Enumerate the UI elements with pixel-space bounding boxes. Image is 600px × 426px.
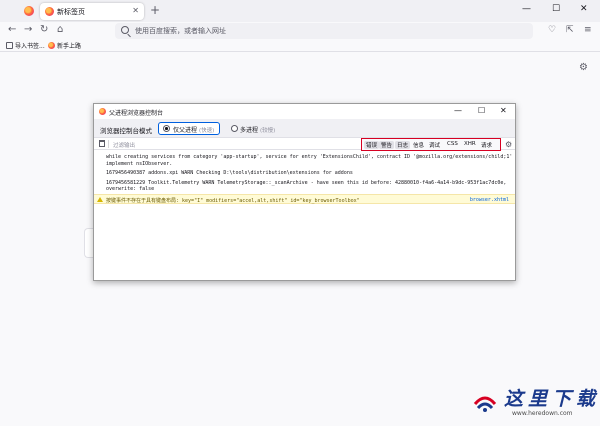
minimize-button[interactable]: — xyxy=(522,4,531,14)
new-tab-button[interactable]: + xyxy=(150,3,160,17)
trash-icon[interactable] xyxy=(99,140,105,147)
log-level-filters: 错误 警告 日志 信息 调试 CSS XHR 请求 xyxy=(361,138,501,151)
warning-source-link[interactable]: browser.xhtml xyxy=(470,197,509,203)
mode-sub-parent: (快速) xyxy=(199,127,215,134)
warning-text: 按键事件不存在于具有键盘布局: key="I" modifiers="accel… xyxy=(106,198,360,204)
log-line: implement nsIObserver. xyxy=(106,161,173,167)
mode-label: 浏览器控制台模式 xyxy=(100,127,152,135)
level-log-button[interactable]: 日志 xyxy=(395,141,411,149)
console-close-button[interactable]: ✕ xyxy=(500,106,507,115)
filter-input[interactable]: 过滤输出 xyxy=(113,141,135,149)
mode-sub-multi: (较慢) xyxy=(260,127,276,134)
level-css-button[interactable]: CSS xyxy=(445,141,460,147)
back-button[interactable]: ← xyxy=(8,24,16,35)
site-watermark: 这里下载 www.heredown.com xyxy=(468,380,598,424)
bookmark-label: 新手上路 xyxy=(57,43,82,50)
tab-title: 新标签页 xyxy=(57,8,85,16)
url-placeholder: 使用百度搜索，或者输入网址 xyxy=(135,27,226,35)
url-bar[interactable]: 使用百度搜索，或者输入网址 xyxy=(115,23,533,39)
pocket-icon[interactable]: ♡ xyxy=(548,25,556,35)
bookmark-import[interactable]: 导入书签... xyxy=(6,41,45,50)
firefox-favicon-icon xyxy=(99,108,106,115)
reload-button[interactable]: ↻ xyxy=(40,24,48,35)
bookmarks-toolbar: 导入书签... 新手上路 xyxy=(0,40,600,52)
close-window-button[interactable]: ✕ xyxy=(580,4,588,14)
watermark-url: www.heredown.com xyxy=(512,410,573,417)
level-warning-button[interactable]: 警告 xyxy=(379,141,395,149)
level-error-button[interactable]: 错误 xyxy=(364,141,380,149)
console-mode-bar: 浏览器控制台模式 仅父进程 (快速) 多进程 (较慢) xyxy=(94,119,515,138)
log-line: 1679456490387 addons.xpi WARN Checking D… xyxy=(106,170,353,176)
log-line: overwrite: false xyxy=(106,186,155,192)
warning-message: 按键事件不存在于具有键盘布局: key="I" modifiers="accel… xyxy=(94,194,515,204)
browser-console-window: 父进程浏览器控制台 — ☐ ✕ 浏览器控制台模式 仅父进程 (快速) 多进程 (… xyxy=(93,103,516,281)
log-line: while creating services from category 'a… xyxy=(106,154,515,160)
tab-close-icon[interactable]: ✕ xyxy=(132,6,139,15)
firefox-view-icon[interactable] xyxy=(24,6,34,16)
warning-icon xyxy=(97,197,103,202)
level-info-button[interactable]: 信息 xyxy=(411,141,426,149)
divider xyxy=(108,140,109,148)
maximize-button[interactable]: ☐ xyxy=(552,4,560,14)
firefox-favicon-icon xyxy=(45,7,54,16)
import-icon xyxy=(6,42,13,49)
level-xhr-button[interactable]: XHR xyxy=(462,141,478,147)
console-maximize-button[interactable]: ☐ xyxy=(478,106,485,115)
mode-label-parent: 仅父进程 xyxy=(173,127,198,134)
navigation-toolbar: ← → ↻ ⌂ 使用百度搜索，或者输入网址 ♡ ⇱ ≡ xyxy=(0,22,600,40)
level-debug-button[interactable]: 调试 xyxy=(427,141,442,149)
watermark-logo-icon xyxy=(473,396,497,412)
bookmark-getting-started[interactable]: 新手上路 xyxy=(48,41,81,50)
level-requests-button[interactable]: 请求 xyxy=(479,141,494,149)
radio-selected-icon xyxy=(163,125,170,132)
search-icon xyxy=(121,26,129,34)
menu-icon[interactable]: ≡ xyxy=(584,25,592,35)
radio-unselected-icon[interactable] xyxy=(231,125,238,132)
console-titlebar: 父进程浏览器控制台 — ☐ ✕ xyxy=(94,104,515,119)
mode-parent-only[interactable]: 仅父进程 (快速) xyxy=(158,122,220,135)
page-settings-icon[interactable]: ⚙ xyxy=(579,62,588,73)
home-button[interactable]: ⌂ xyxy=(57,24,63,35)
console-minimize-button[interactable]: — xyxy=(454,106,462,115)
tab-new-tab[interactable]: 新标签页 ✕ xyxy=(40,3,144,20)
firefox-favicon-icon xyxy=(48,42,55,49)
watermark-text: 这里下载 xyxy=(504,388,600,410)
mode-label-multi[interactable]: 多进程 xyxy=(240,125,258,134)
console-title: 父进程浏览器控制台 xyxy=(109,110,164,117)
tab-strip: 新标签页 ✕ + — ☐ ✕ xyxy=(0,0,600,22)
console-settings-icon[interactable]: ⚙ xyxy=(505,140,512,149)
forward-button[interactable]: → xyxy=(24,24,32,35)
bookmark-label: 导入书签... xyxy=(15,43,45,50)
extensions-icon[interactable]: ⇱ xyxy=(566,25,574,35)
